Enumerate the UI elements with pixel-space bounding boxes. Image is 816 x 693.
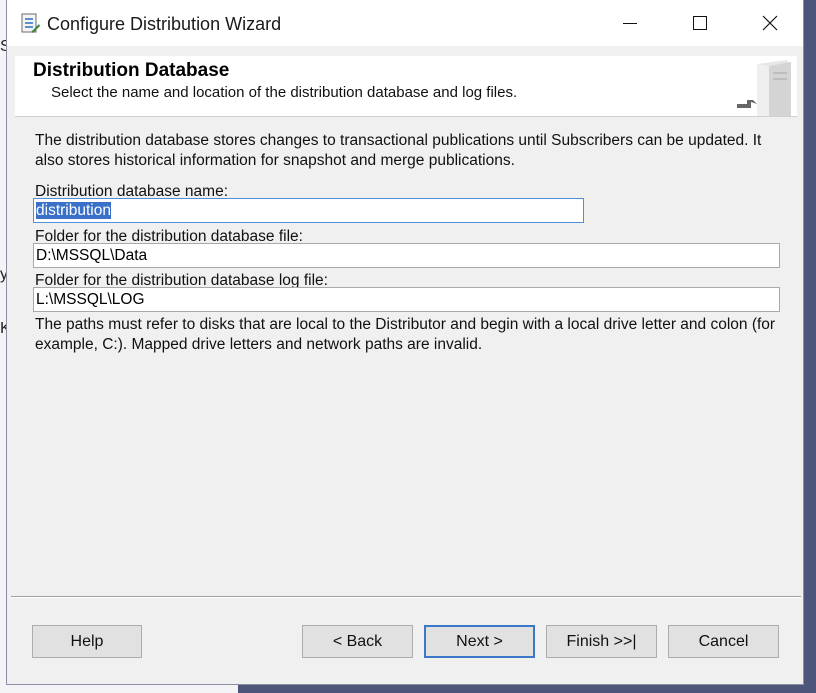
db-name-field[interactable]: distribution [33, 198, 584, 223]
header-divider [15, 116, 797, 117]
finish-button[interactable]: Finish >>| [546, 625, 657, 658]
footer-separator [11, 596, 801, 598]
minimize-icon [623, 23, 637, 24]
db-name-value: distribution [36, 202, 111, 219]
maximize-button[interactable] [677, 0, 723, 46]
db-folder-value: D:\MSSQL\Data [36, 247, 148, 264]
close-button[interactable] [747, 0, 793, 46]
wizard-app-icon [19, 12, 41, 36]
back-button[interactable]: < Back [302, 625, 413, 658]
next-button[interactable]: Next > [424, 625, 535, 658]
help-button[interactable]: Help [32, 625, 142, 658]
minimize-button[interactable] [607, 0, 653, 46]
db-folder-field[interactable]: D:\MSSQL\Data [33, 243, 780, 268]
close-icon [762, 15, 778, 31]
path-note-text: The paths must refer to disks that are l… [35, 316, 776, 353]
log-folder-field[interactable]: L:\MSSQL\LOG [33, 287, 780, 312]
cancel-button[interactable]: Cancel [668, 625, 779, 658]
title-bar[interactable]: Configure Distribution Wizard [7, 0, 803, 46]
log-folder-value: L:\MSSQL\LOG [36, 291, 145, 308]
page-title: Distribution Database [33, 60, 230, 81]
maximize-icon [693, 16, 707, 30]
wizard-header: Distribution Database Select the name an… [15, 56, 797, 116]
page-subtitle: Select the name and location of the dist… [51, 84, 518, 101]
description-text: The distribution database stores changes… [35, 132, 762, 169]
server-database-graphic [733, 56, 797, 116]
wizard-window: Configure Distribution Wizard Distributi… [6, 0, 804, 685]
window-title: Configure Distribution Wizard [47, 14, 282, 34]
